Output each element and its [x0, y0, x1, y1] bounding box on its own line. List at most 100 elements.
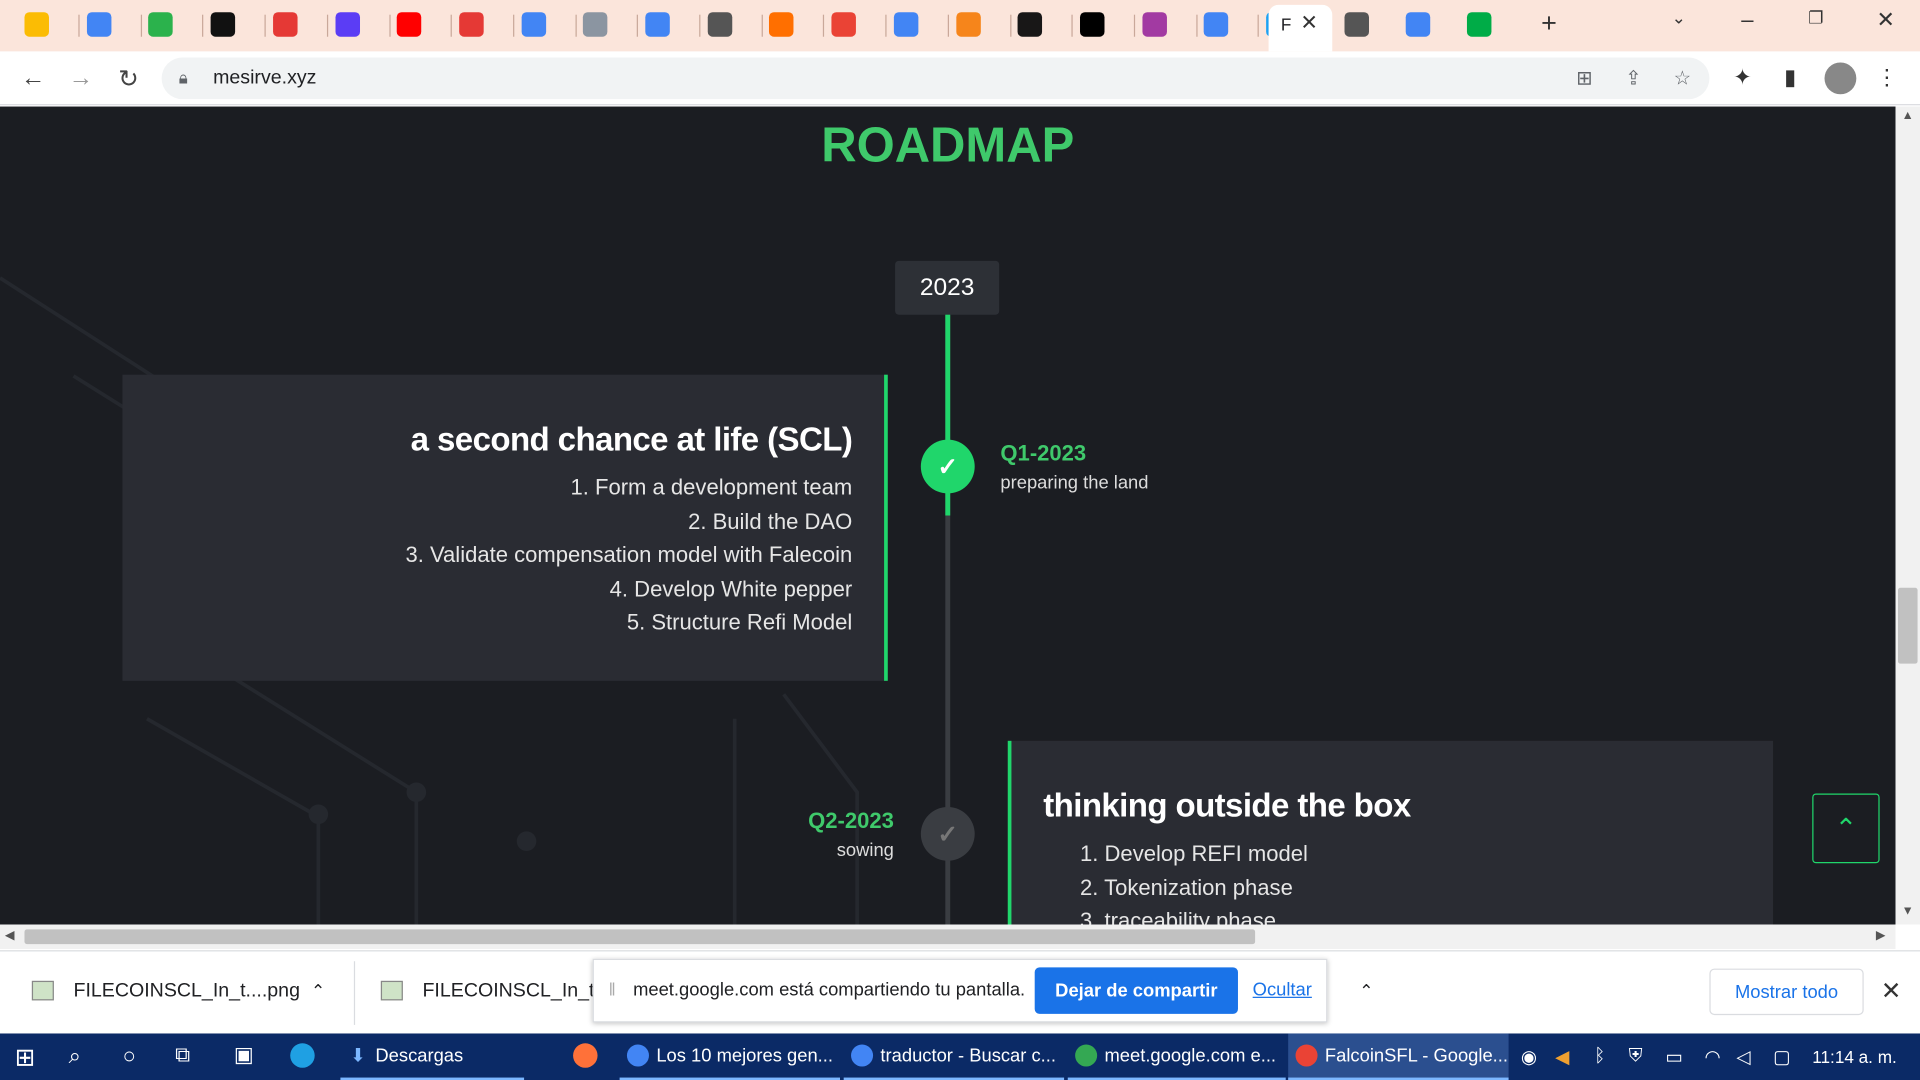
drive-icon[interactable]: [583, 12, 608, 37]
bookmark-star-icon[interactable]: ☆: [1670, 66, 1694, 90]
google-meet-icon[interactable]: [1466, 12, 1492, 37]
extensions-icon[interactable]: ✦: [1729, 65, 1756, 92]
tab-divider: [947, 14, 949, 37]
milestone-heading: a second chance at life (SCL): [410, 421, 853, 458]
milestone-item: 2. Build the DAO: [688, 508, 853, 534]
search-icon[interactable]: ⌕: [69, 1043, 81, 1069]
scroll-thumb[interactable]: [1897, 587, 1918, 664]
taskbar-app-chrome[interactable]: Los 10 mejores gen...: [619, 1033, 841, 1080]
download-item[interactable]: FILECOINSCL_In_t....: [422, 981, 616, 1003]
restore-icon[interactable]: ❐: [1798, 7, 1835, 28]
google-icon[interactable]: [1405, 12, 1431, 37]
scroll-left-icon[interactable]: ◀: [5, 929, 14, 942]
check-icon: ✓: [920, 439, 975, 494]
year-badge: 2023: [895, 260, 1000, 315]
green-nine-icon[interactable]: [148, 12, 174, 37]
milestone-item: 5. Structure Refi Model: [626, 609, 853, 635]
chrome-dark-icon[interactable]: [707, 12, 732, 37]
show-all-button[interactable]: Mostrar todo: [1709, 968, 1864, 1016]
reload-icon[interactable]: ↻: [113, 62, 145, 94]
medium-icon[interactable]: [210, 12, 236, 37]
screen-share-notice: ‖ meet.google.com está compartiendo tu p…: [592, 958, 1328, 1023]
clock[interactable]: 11:14 a. m.: [1812, 1047, 1897, 1067]
red-record-icon[interactable]: [272, 12, 298, 37]
scroll-right-icon[interactable]: ▶: [1876, 929, 1885, 942]
close-icon[interactable]: ✕: [1881, 976, 1902, 1007]
tab-search-icon[interactable]: ⌄: [1660, 7, 1697, 28]
cortana-icon[interactable]: ○: [122, 1043, 135, 1069]
share-notice-text: meet.google.com está compartiendo tu pan…: [633, 979, 1026, 1001]
tab-divider: [1257, 14, 1260, 37]
image-file-icon: [380, 980, 403, 1001]
firefox-icon[interactable]: [573, 1043, 598, 1072]
camera-app-icon[interactable]: ▣: [234, 1043, 254, 1067]
metamask-icon[interactable]: [955, 12, 981, 37]
stop-sharing-button[interactable]: Dejar de compartir: [1034, 967, 1238, 1014]
new-tab-button[interactable]: +: [1531, 7, 1568, 39]
image-file-icon: [31, 980, 54, 1001]
lock-icon[interactable]: 🔒︎: [179, 67, 188, 88]
shield-icon[interactable]: ⛨: [1629, 1046, 1643, 1067]
input-indicator-icon[interactable]: ▢: [1773, 1046, 1790, 1068]
address-bar[interactable]: 🔒︎ mesirve.xyz ⊞ ⇪ ☆: [161, 57, 1710, 100]
tab-divider: [885, 14, 887, 37]
taskbar-app-downloads[interactable]: ⬇ Descargas: [340, 1033, 525, 1080]
active-tab[interactable]: F ✕: [1268, 4, 1333, 52]
milestone-item: 3. traceability phase: [1080, 908, 1277, 925]
notion-icon[interactable]: [1079, 12, 1105, 37]
translate-icon[interactable]: ⊞: [1572, 66, 1596, 90]
minimize-icon[interactable]: –: [1729, 7, 1766, 33]
youtube-icon[interactable]: [396, 12, 422, 37]
download-item[interactable]: FILECOINSCL_In_t....png: [73, 981, 300, 1003]
purple-app-icon[interactable]: [334, 12, 360, 37]
milestone-subtitle: preparing the land: [1000, 472, 1149, 494]
chevron-up-icon[interactable]: ⌃: [1359, 981, 1373, 1002]
drag-handle-icon[interactable]: ‖: [609, 980, 616, 1000]
volume-icon[interactable]: ◁: [1736, 1046, 1750, 1068]
battery-icon[interactable]: ▭: [1665, 1046, 1682, 1068]
menu-icon[interactable]: ⋮: [1873, 65, 1900, 92]
taskbar-app-chrome[interactable]: FalcoinSFL - Google...: [1288, 1033, 1509, 1080]
vertical-scrollbar[interactable]: ▲ ▼: [1895, 106, 1920, 925]
discord-icon[interactable]: ◉: [1521, 1046, 1537, 1068]
task-view-icon[interactable]: ⧉: [175, 1043, 190, 1067]
wifi-icon[interactable]: ◠: [1705, 1046, 1721, 1068]
chrome-dark-icon[interactable]: [1344, 12, 1369, 37]
close-window-icon[interactable]: ✕: [1867, 7, 1904, 33]
gmail-icon[interactable]: [831, 12, 857, 37]
scroll-up-icon[interactable]: ▲: [1902, 109, 1914, 122]
taskbar-app-chrome[interactable]: traductor - Buscar c...: [843, 1033, 1065, 1080]
google-docs-icon[interactable]: [86, 12, 112, 37]
back-icon[interactable]: ←: [17, 62, 49, 94]
colored-bar-icon[interactable]: [769, 12, 794, 37]
horizontal-scrollbar[interactable]: ◀ ▶: [0, 924, 1896, 949]
milestone-item: 3. Validate compensation model with Fale…: [405, 542, 853, 567]
page-title: ROADMAP: [821, 118, 1075, 173]
chrome-recording-icon[interactable]: [645, 12, 670, 37]
github-icon[interactable]: [1017, 12, 1043, 37]
close-tab-icon[interactable]: ✕: [1300, 11, 1317, 35]
profile-avatar[interactable]: [1824, 62, 1857, 95]
meet-icon[interactable]: [893, 12, 919, 37]
taskbar-app-chrome[interactable]: meet.google.com e...: [1067, 1033, 1286, 1080]
share-icon[interactable]: ⇪: [1621, 66, 1645, 90]
chrome-recording-icon[interactable]: [521, 12, 546, 37]
side-panel-icon[interactable]: ▮: [1777, 65, 1804, 92]
heart-icon[interactable]: [459, 12, 484, 37]
google-drive-icon[interactable]: [24, 12, 49, 37]
google-icon[interactable]: [1204, 12, 1229, 37]
d-logo-icon[interactable]: [1141, 12, 1167, 37]
bluetooth-icon[interactable]: ᛒ: [1594, 1046, 1605, 1067]
tab-divider: [575, 14, 577, 37]
windows-start-icon[interactable]: ⊞: [15, 1042, 36, 1073]
edge-icon[interactable]: [290, 1043, 315, 1072]
speaker-mute-icon[interactable]: ◀: [1555, 1046, 1569, 1068]
forward-icon[interactable]: →: [65, 62, 97, 94]
chevron-up-icon[interactable]: ⌃: [311, 981, 325, 1002]
scroll-thumb[interactable]: [24, 929, 1256, 945]
back-to-top-button[interactable]: ⌃: [1812, 793, 1880, 864]
url-text[interactable]: mesirve.xyz: [213, 67, 316, 89]
hide-link[interactable]: Ocultar: [1253, 980, 1312, 1001]
tab-divider: [450, 14, 453, 37]
scroll-down-icon[interactable]: ▼: [1902, 905, 1914, 918]
